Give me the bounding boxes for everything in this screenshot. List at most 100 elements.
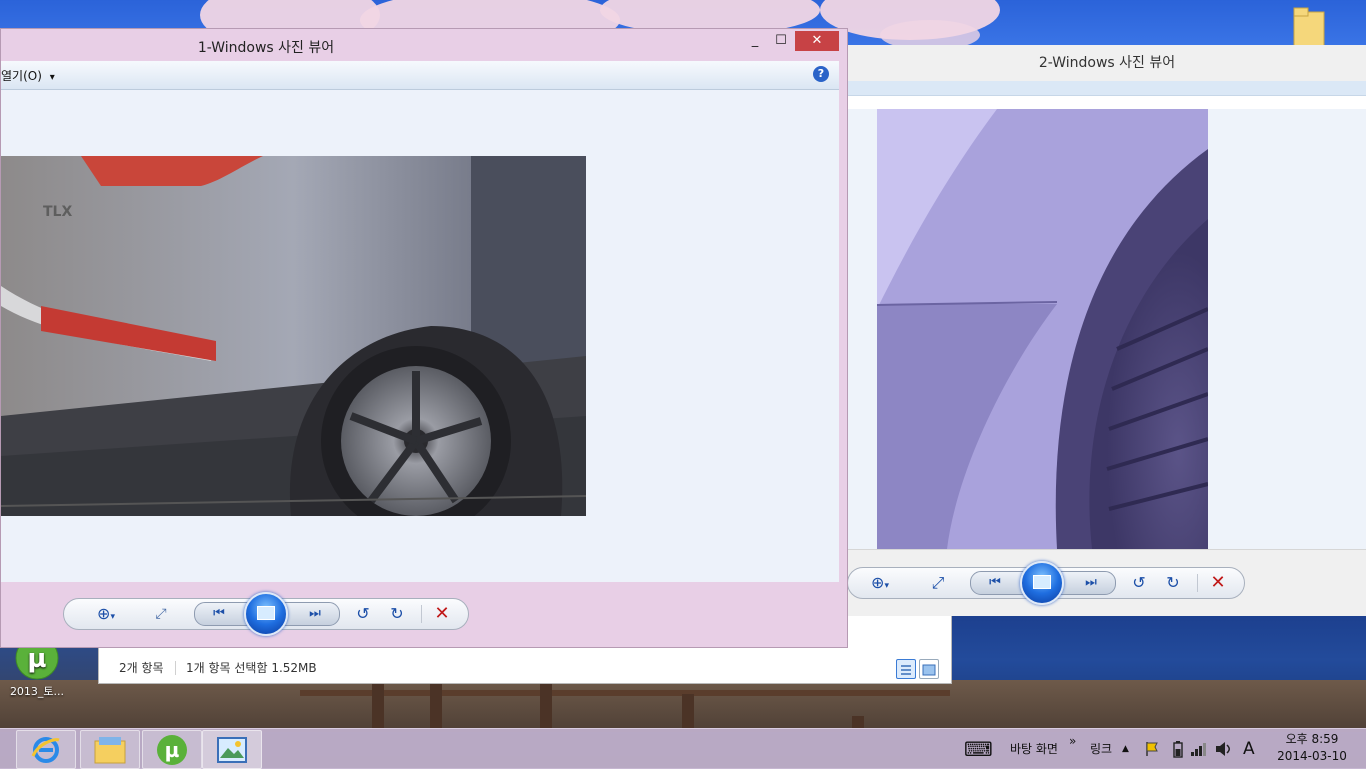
- car-photo: TLX: [1, 156, 586, 516]
- folder-icon[interactable]: [1292, 6, 1326, 48]
- system-clock[interactable]: 오후 8:59 2014-03-10: [1262, 731, 1362, 765]
- photo-image[interactable]: TLX: [1, 156, 586, 516]
- fender-photo: [877, 109, 1208, 549]
- window-title-bar[interactable]: 1-Windows 사진 뷰어 _ ☐ ✕: [1, 29, 847, 61]
- taskbar-app-photo-viewer[interactable]: [202, 730, 262, 769]
- fit-icon: ⤢: [155, 606, 167, 622]
- rotate-cw-button[interactable]: ↻: [1161, 571, 1185, 595]
- previous-icon: ⏮: [213, 606, 225, 621]
- taskbar-app-explorer[interactable]: [80, 730, 140, 769]
- action-center-flag-icon[interactable]: [1144, 741, 1160, 757]
- control-pill: ⊕▾ ⤢ ⏮ ⏭ ↺ ↻ ✕: [63, 592, 469, 636]
- delete-button[interactable]: ✕: [1206, 571, 1230, 595]
- previous-icon: ⏮: [989, 575, 1001, 590]
- close-icon: ✕: [811, 33, 823, 48]
- file-explorer-icon: [94, 737, 126, 764]
- zoom-button[interactable]: ⊕▾: [868, 571, 892, 598]
- slideshow-icon: [257, 606, 275, 620]
- photo-viewer-window-1: 1-Windows 사진 뷰어 _ ☐ ✕ 열기(O) ▾ ? TLX ⊕▾ ⤢…: [0, 28, 848, 648]
- toolbar-chevron[interactable]: »: [1069, 721, 1076, 761]
- desktop-toolbar[interactable]: 바탕 화면: [1010, 729, 1058, 769]
- control-pill: ⊕▾ ⤢ ⏮ ⏭ ↺ ↻ ✕: [847, 561, 1245, 605]
- window-title: 2-Windows 사진 뷰어: [1038, 55, 1176, 71]
- delete-icon: ✕: [434, 603, 450, 624]
- details-view-button[interactable]: [896, 659, 916, 679]
- previous-button[interactable]: ⏮: [207, 602, 231, 626]
- rotate-cw-icon: ↻: [390, 604, 404, 623]
- links-toolbar[interactable]: 링크: [1090, 729, 1112, 769]
- zoom-button[interactable]: ⊕▾: [94, 602, 118, 629]
- fence-post: [682, 694, 694, 728]
- control-separator: [1197, 574, 1198, 592]
- photo-viewer-window-2: 2-Windows 사진 뷰어 ⊕▾ ⤢ ⏮ ⏭ ↺ ↻ ✕: [846, 45, 1366, 616]
- image-viewport[interactable]: [847, 109, 1366, 549]
- touch-keyboard-icon[interactable]: ⌨: [964, 729, 993, 769]
- taskbar-app-ie[interactable]: [16, 730, 76, 769]
- clock-date: 2014-03-10: [1277, 749, 1347, 763]
- large-icons-view-icon: [922, 664, 936, 676]
- delete-button[interactable]: ✕: [430, 602, 454, 626]
- slideshow-button[interactable]: [244, 592, 288, 636]
- volume-icon[interactable]: [1214, 740, 1234, 758]
- details-view-icon: [901, 665, 911, 675]
- selection-info: 1개 항목 선택함 1.52MB: [186, 661, 317, 675]
- next-button[interactable]: ⏭: [303, 602, 327, 626]
- help-icon[interactable]: ?: [813, 66, 829, 82]
- open-menu-label: 열기(O): [1, 69, 42, 83]
- fence-post: [540, 684, 552, 728]
- large-icons-view-button[interactable]: [919, 659, 939, 679]
- rotate-cw-button[interactable]: ↻: [385, 602, 409, 626]
- rotate-cw-icon: ↻: [1166, 573, 1180, 592]
- zoom-icon: ⊕: [97, 604, 111, 623]
- fence-rail: [300, 690, 950, 696]
- next-icon: ⏭: [309, 606, 321, 621]
- maximize-button[interactable]: ☐: [771, 31, 791, 51]
- fit-to-window-button[interactable]: ⤢: [149, 602, 173, 626]
- photo-image[interactable]: [877, 109, 1208, 549]
- svg-text:µ: µ: [165, 738, 180, 762]
- minimize-button[interactable]: _: [745, 31, 765, 51]
- menu-bar: [847, 81, 1366, 96]
- taskbar-app-utorrent[interactable]: µ: [142, 730, 202, 769]
- zoom-dropdown-arrow: ▾: [884, 581, 889, 591]
- zoom-dropdown-arrow: ▾: [110, 612, 115, 622]
- menu-bar: 열기(O) ▾ ?: [1, 61, 839, 90]
- next-button[interactable]: ⏭: [1079, 571, 1103, 595]
- minimize-icon: _: [751, 33, 759, 48]
- desktop-icon-label: 2013_토...: [9, 685, 65, 698]
- control-bar: ⊕▾ ⤢ ⏮ ⏭ ↺ ↻ ✕: [847, 549, 1366, 616]
- ime-mode-indicator[interactable]: A: [1243, 729, 1255, 769]
- utorrent-icon: µ: [157, 735, 187, 765]
- internet-explorer-icon: [31, 737, 60, 763]
- slideshow-button[interactable]: [1020, 561, 1064, 605]
- battery-icon[interactable]: [1172, 740, 1184, 758]
- svg-text:µ: µ: [27, 644, 46, 674]
- fence-post: [430, 684, 442, 728]
- explorer-status-bar: 2개 항목 1개 항목 선택함 1.52MB: [99, 653, 951, 683]
- window-title-bar[interactable]: 2-Windows 사진 뷰어: [847, 45, 1366, 81]
- control-bar: ⊕▾ ⤢ ⏮ ⏭ ↺ ↻ ✕: [1, 582, 847, 647]
- zoom-icon: ⊕: [871, 573, 885, 592]
- fit-icon: ⤢: [931, 573, 945, 592]
- window-title: 1-Windows 사진 뷰어: [197, 40, 335, 56]
- open-menu[interactable]: 열기(O) ▾: [1, 67, 55, 84]
- slideshow-icon: [1033, 575, 1051, 589]
- actual-size-button[interactable]: ⤢: [926, 571, 950, 595]
- rotate-ccw-button[interactable]: ↺: [351, 602, 375, 626]
- rotate-ccw-button[interactable]: ↺: [1127, 571, 1151, 595]
- show-hidden-icons-button[interactable]: ▲: [1122, 729, 1129, 769]
- previous-button[interactable]: ⏮: [983, 571, 1007, 595]
- item-count: 2개 항목: [119, 661, 164, 675]
- clock-time: 오후 8:59: [1285, 732, 1339, 746]
- control-separator: [421, 605, 422, 623]
- signal-strength-icon[interactable]: [1190, 741, 1208, 757]
- photo-viewer-icon: [217, 737, 247, 763]
- chevron-down-icon: ▾: [49, 72, 55, 83]
- maximize-icon: ☐: [775, 33, 787, 48]
- rotate-ccw-icon: ↺: [356, 604, 370, 623]
- taskbar: µ ⌨ 바탕 화면 » 링크 ▲ A 오후 8:59 2014-03-10: [0, 728, 1366, 769]
- image-viewport[interactable]: TLX: [1, 90, 839, 582]
- fence-post: [372, 684, 384, 728]
- close-button[interactable]: ✕: [795, 31, 839, 51]
- next-icon: ⏭: [1085, 575, 1097, 590]
